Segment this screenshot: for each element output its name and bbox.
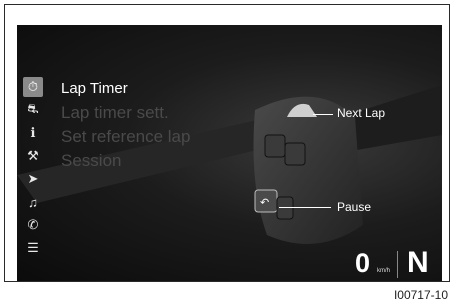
menu-item-lap-timer[interactable]: Lap Timer	[61, 77, 190, 101]
gear-indicator: N	[407, 246, 429, 279]
pause-callout: Pause	[337, 200, 372, 214]
pause-leader-line	[279, 207, 331, 208]
menu-item-session[interactable]: Session	[61, 149, 190, 173]
next-lap-callout: Next Lap	[337, 106, 386, 120]
stopwatch-icon: ⏱	[23, 77, 43, 97]
lap-timer-menu: Lap Timer Lap timer sett. Set reference …	[61, 77, 190, 173]
speed-unit: km/h	[377, 268, 391, 274]
settings-wrench-icon: ⚒	[27, 148, 39, 163]
dashboard-screen: ↶ ⏱ ⛐ ℹ ⚒ ➤ ♫ ✆ ☰ Lap Timer Lap timer se…	[17, 25, 442, 281]
phone-icon: ✆	[27, 217, 39, 232]
sidebar-icons: ⏱ ⛐ ℹ ⚒ ➤ ♫ ✆ ☰	[23, 77, 47, 261]
speed-readout: 0	[355, 248, 371, 278]
side-button	[276, 196, 294, 220]
motorcycle-icon: ⛐	[27, 101, 39, 116]
navigation-arrow-icon: ➤	[27, 171, 39, 186]
sliders-icon: ☰	[27, 240, 39, 255]
svg-text:↶: ↶	[260, 196, 269, 209]
upper-button-left	[264, 134, 286, 158]
music-note-icon: ♫	[28, 194, 38, 210]
status-divider	[397, 251, 398, 278]
info-icon: ℹ	[30, 125, 36, 140]
figure-reference: I00717-10	[393, 288, 448, 302]
next-lap-leader-line	[313, 114, 333, 115]
menu-item-lap-timer-settings[interactable]: Lap timer sett.	[61, 101, 190, 125]
menu-item-set-reference-lap[interactable]: Set reference lap	[61, 125, 190, 149]
upper-button-right	[284, 142, 306, 166]
